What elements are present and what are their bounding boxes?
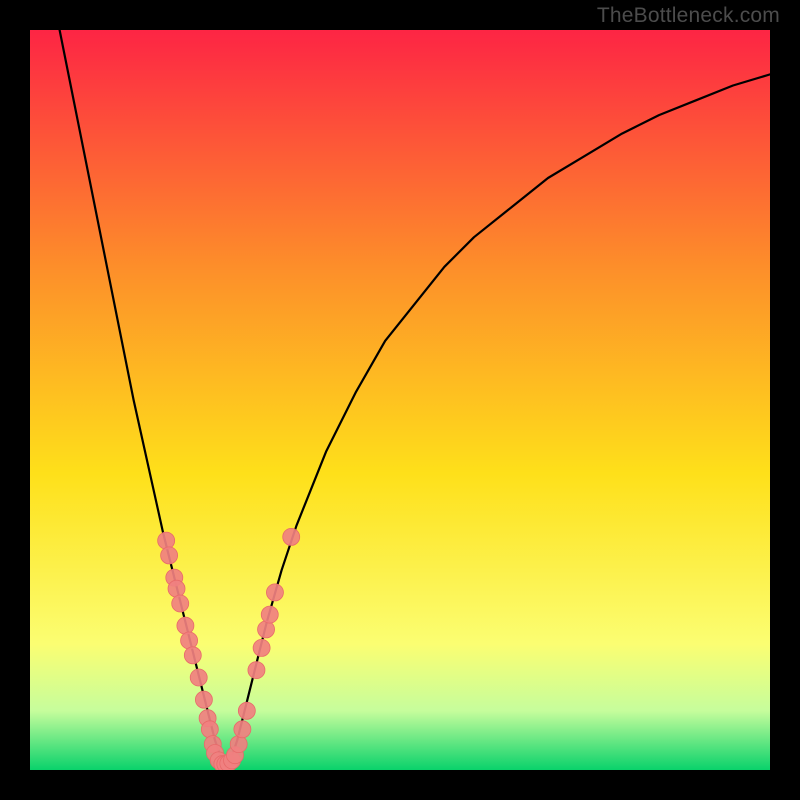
sample-point <box>283 528 300 545</box>
sample-point <box>230 736 247 753</box>
sample-point <box>266 584 283 601</box>
sample-point <box>201 721 218 738</box>
sample-point <box>248 662 265 679</box>
sample-point <box>190 669 207 686</box>
sample-point <box>238 702 255 719</box>
sample-point <box>258 621 275 638</box>
chart-frame: TheBottleneck.com <box>0 0 800 800</box>
sample-point <box>195 691 212 708</box>
gradient-background <box>30 30 770 770</box>
sample-point <box>184 647 201 664</box>
sample-point <box>168 580 185 597</box>
sample-point <box>234 721 251 738</box>
sample-point <box>253 639 270 656</box>
bottleneck-chart <box>30 30 770 770</box>
sample-point <box>177 617 194 634</box>
sample-point <box>172 595 189 612</box>
sample-point <box>261 606 278 623</box>
sample-point <box>158 532 175 549</box>
sample-point <box>161 547 178 564</box>
watermark-text: TheBottleneck.com <box>597 4 780 28</box>
plot-area <box>30 30 770 770</box>
sample-point <box>181 632 198 649</box>
